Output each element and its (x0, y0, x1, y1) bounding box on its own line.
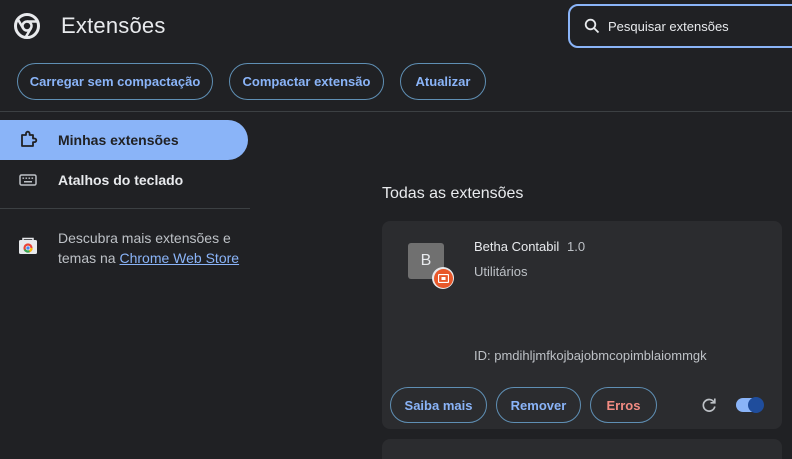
developer-toolbar: Carregar sem compactação Compactar exten… (0, 63, 792, 101)
enable-toggle[interactable] (736, 397, 764, 413)
chrome-web-store-icon (19, 237, 37, 254)
section-title: Todas as extensões (382, 185, 524, 202)
search-icon (584, 18, 600, 34)
page-title: Extensões (61, 13, 166, 38)
sidebar-item-label: Atalhos do teclado (58, 172, 184, 188)
extension-name: Betha Contabil (474, 239, 560, 254)
sidebar-item-my-extensions[interactable]: Minhas extensões (0, 120, 248, 160)
toggle-knob (748, 397, 764, 413)
sidebar-item-keyboard-shortcuts[interactable]: Atalhos do teclado (0, 160, 248, 200)
chrome-web-store-link[interactable]: Chrome Web Store (119, 250, 239, 266)
errors-button[interactable]: Erros (590, 387, 657, 423)
sidebar-item-label: Minhas extensões (58, 132, 179, 148)
update-button[interactable]: Atualizar (400, 63, 486, 100)
page-header: Extensões (0, 0, 792, 52)
chrome-logo-icon (14, 13, 40, 39)
puzzle-icon (21, 130, 38, 147)
extension-id: ID: pmdihljmfkojbajobmcopimblaiommgk (474, 348, 707, 363)
extension-description: Utilitários (474, 264, 528, 279)
extension-icon-letter: B (420, 252, 432, 269)
source-badge-icon (432, 267, 454, 289)
search-input[interactable] (608, 18, 792, 34)
keyboard-icon (19, 174, 37, 186)
remove-button[interactable]: Remover (496, 387, 581, 423)
extension-version: 1.0 (567, 239, 586, 254)
pack-extension-button[interactable]: Compactar extensão (229, 63, 384, 100)
extension-card-next (382, 439, 782, 459)
unpacked-source-icon (437, 273, 449, 283)
header-divider (0, 111, 792, 112)
details-button[interactable]: Saiba mais (390, 387, 487, 423)
reload-icon[interactable] (700, 396, 718, 414)
extension-card: B Betha Contabil 1.0 Utilitários ID: pmd… (382, 221, 782, 429)
load-unpacked-button[interactable]: Carregar sem compactação (17, 63, 213, 100)
search-box[interactable] (568, 4, 792, 48)
web-store-promo: Descubra mais extensões e temas na Chrom… (58, 228, 248, 268)
sidebar-divider (0, 208, 250, 209)
